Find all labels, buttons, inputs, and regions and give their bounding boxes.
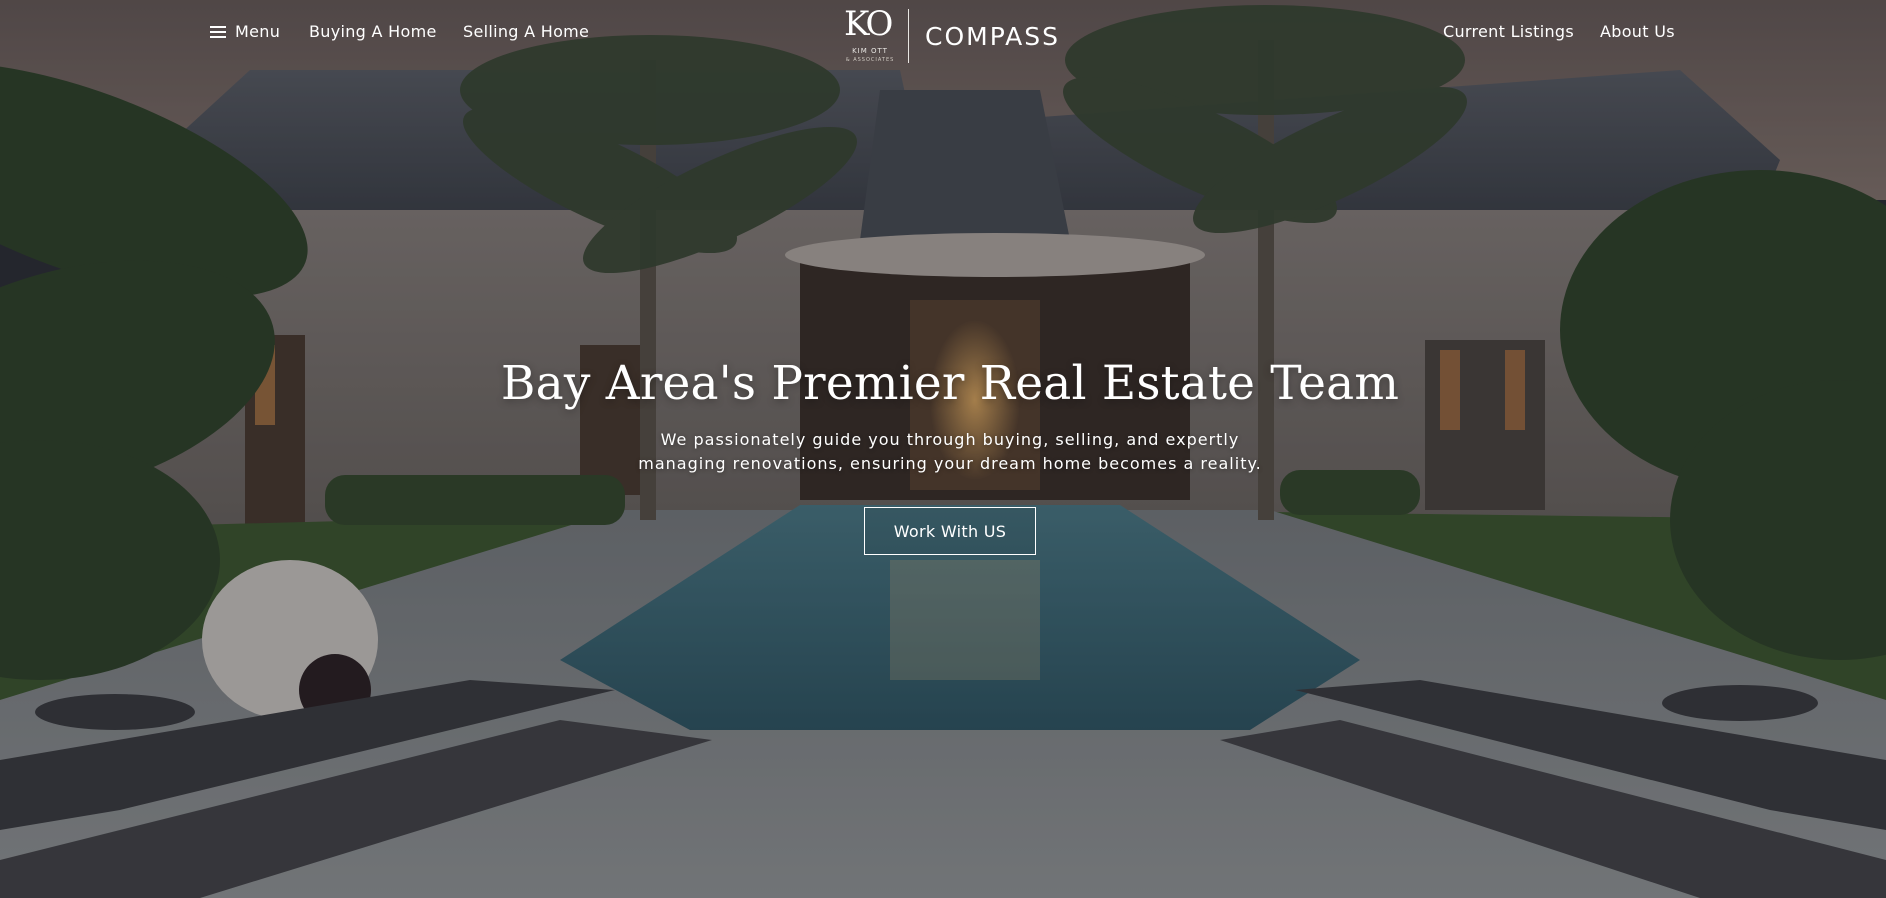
- ko-logo-name: KIM OTT: [852, 47, 888, 55]
- work-with-us-button[interactable]: Work With US: [864, 507, 1036, 555]
- top-navigation: Menu Buying A Home Selling A Home KO KIM…: [0, 0, 1886, 70]
- compass-logo: COMPASS: [925, 21, 1061, 51]
- menu-label: Menu: [235, 22, 281, 41]
- ko-logo-tagline: & ASSOCIATES: [845, 57, 895, 63]
- brand-logo-link[interactable]: KO KIM OTT & ASSOCIATES COMPASS: [838, 4, 1061, 66]
- nav-link-buying-a-home[interactable]: Buying A Home: [309, 22, 437, 41]
- kim-ott-logo: KO KIM OTT & ASSOCIATES: [838, 4, 902, 66]
- hero-headline: Bay Area's Premier Real Estate Team: [500, 356, 1400, 411]
- ko-monogram: KO: [844, 4, 893, 44]
- hamburger-icon: [210, 25, 226, 38]
- nav-link-current-listings[interactable]: Current Listings: [1443, 22, 1574, 41]
- nav-link-selling-a-home[interactable]: Selling A Home: [463, 22, 589, 41]
- hero-subtext-line-1: We passionately guide you through buying…: [660, 430, 1240, 449]
- nav-link-about-us[interactable]: About Us: [1600, 22, 1675, 41]
- hero-section: Menu Buying A Home Selling A Home KO KIM…: [0, 0, 1886, 898]
- hero-subtext: We passionately guide you through buying…: [0, 428, 1886, 476]
- menu-button[interactable]: Menu: [210, 22, 280, 41]
- hero-subtext-line-2: managing renovations, ensuring your drea…: [638, 454, 1262, 473]
- brand-divider: [908, 9, 909, 63]
